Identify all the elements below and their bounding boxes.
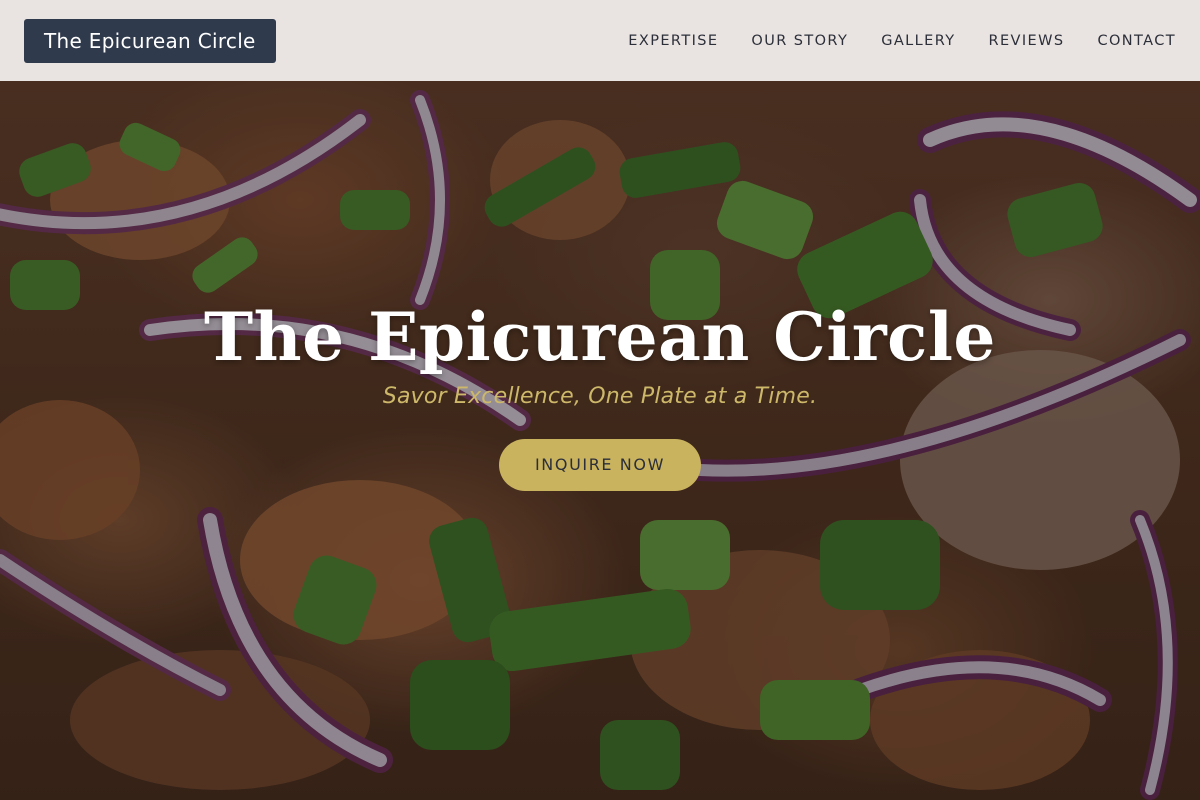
- inquire-now-button[interactable]: INQUIRE NOW: [499, 438, 701, 491]
- hero-tagline: Savor Excellence, One Plate at a Time.: [382, 383, 818, 409]
- nav-item-reviews[interactable]: REVIEWS: [989, 33, 1065, 49]
- hero-section: The Epicurean Circle Savor Excellence, O…: [0, 298, 1200, 491]
- nav-item-contact[interactable]: CONTACT: [1097, 33, 1176, 49]
- nav-item-gallery[interactable]: GALLERY: [881, 33, 955, 49]
- hero-title: The Epicurean Circle: [204, 298, 996, 376]
- nav-item-our-story[interactable]: OUR STORY: [751, 33, 848, 49]
- main-nav: EXPERTISE OUR STORY GALLERY REVIEWS CONT…: [628, 33, 1176, 49]
- brand-logo-button[interactable]: The Epicurean Circle: [24, 18, 276, 63]
- brand-name: The Epicurean Circle: [44, 28, 256, 53]
- nav-item-expertise[interactable]: EXPERTISE: [628, 33, 718, 49]
- site-header: The Epicurean Circle EXPERTISE OUR STORY…: [0, 0, 1200, 81]
